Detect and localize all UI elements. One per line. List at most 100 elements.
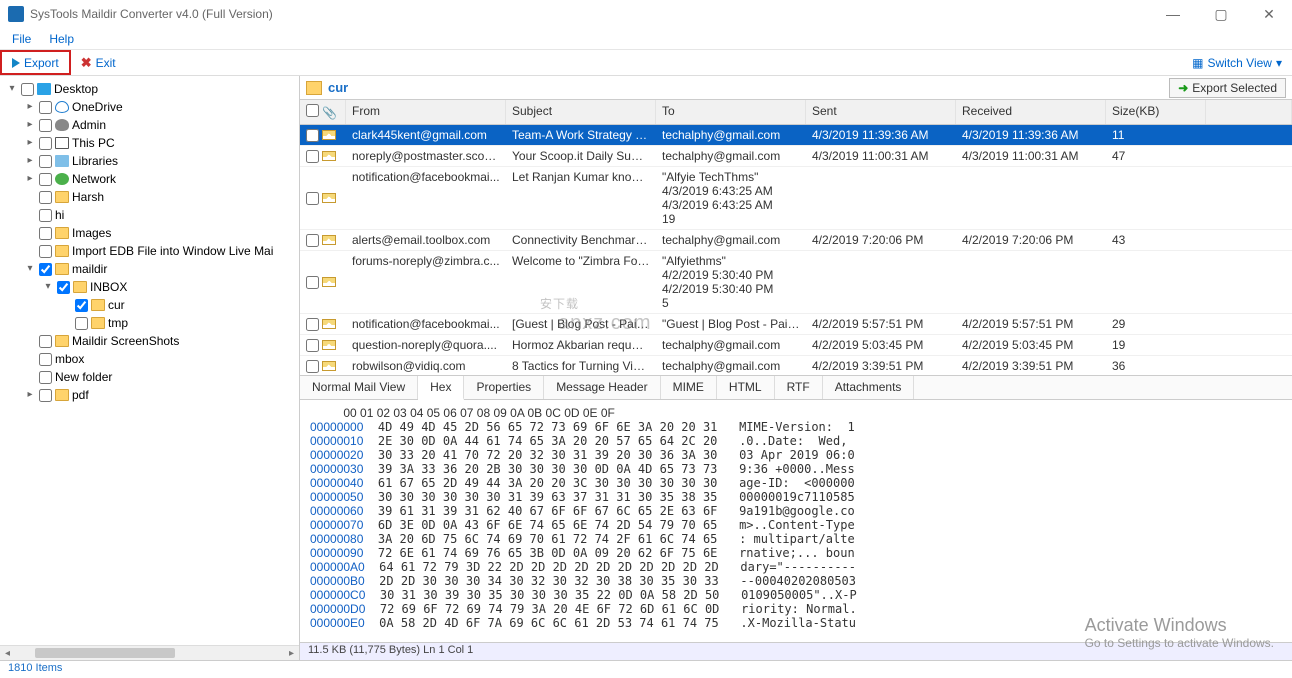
tree-item-inbox[interactable]: ▾INBOX	[40, 278, 299, 296]
cell-to: techalphy@gmail.com	[656, 146, 806, 166]
tree-scrollbar[interactable]: ◂ ▸	[0, 645, 299, 660]
tree-item-onedrive[interactable]: ▸OneDrive	[22, 98, 299, 116]
table-row[interactable]: notification@facebookmai...Let Ranjan Ku…	[300, 167, 1292, 230]
export-selected-button[interactable]: ➜ Export Selected	[1169, 78, 1286, 98]
hex-view[interactable]: 00 01 02 03 04 05 06 07 08 09 0A 0B 0C 0…	[300, 400, 1292, 642]
tab-attachments[interactable]: Attachments	[823, 376, 915, 399]
tree-item-cur[interactable]: cur	[58, 296, 299, 314]
cell-from: forums-noreply@zimbra.c...	[346, 251, 506, 313]
close-button[interactable]: ✕	[1254, 6, 1284, 23]
scroll-right-icon[interactable]: ▸	[284, 648, 299, 659]
tree-item-import-edb[interactable]: Import EDB File into Window Live Mai	[22, 242, 299, 260]
col-subject[interactable]: Subject	[506, 100, 656, 124]
exit-label: Exit	[96, 56, 116, 70]
table-row[interactable]: clark445kent@gmail.comTeam-A Work Strate…	[300, 125, 1292, 146]
cell-sent: 4/2/2019 7:20:06 PM	[806, 230, 956, 250]
table-row[interactable]: noreply@postmaster.scoo...Your Scoop.it …	[300, 146, 1292, 167]
col-received[interactable]: Received	[956, 100, 1106, 124]
tree-item-admin[interactable]: ▸Admin	[22, 116, 299, 134]
cell-subject: Hormoz Akbarian requeste...	[506, 335, 656, 355]
folder-tree[interactable]: ▾Desktop ▸OneDrive ▸Admin ▸This PC ▸Libr…	[0, 80, 299, 404]
libraries-icon	[55, 155, 69, 167]
row-checkbox[interactable]	[306, 360, 319, 373]
chevron-down-icon: ▾	[1276, 56, 1282, 70]
mail-icon	[322, 151, 336, 161]
mail-icon	[322, 277, 336, 287]
hex-status: 11.5 KB (11,775 Bytes) Ln 1 Col 1	[300, 642, 1292, 660]
folder-icon	[55, 245, 69, 257]
cell-sent: 4/3/2019 11:39:36 AM	[806, 125, 956, 145]
cell-size: 29	[1106, 314, 1206, 334]
play-icon	[12, 58, 20, 68]
folder-icon	[55, 227, 69, 239]
user-icon	[55, 119, 69, 131]
table-row[interactable]: forums-noreply@zimbra.c...Welcome to "Zi…	[300, 251, 1292, 314]
menu-help[interactable]: Help	[49, 32, 74, 46]
menu-file[interactable]: File	[12, 32, 31, 46]
row-checkbox[interactable]	[306, 339, 319, 352]
tab-mime[interactable]: MIME	[661, 376, 717, 399]
cell-received: 4/3/2019 11:39:36 AM	[956, 125, 1106, 145]
tree-item-thispc[interactable]: ▸This PC	[22, 134, 299, 152]
tree-item-maildir[interactable]: ▾maildir	[22, 260, 299, 278]
cell-received: 4/2/2019 3:39:51 PM	[956, 356, 1106, 375]
tab-properties[interactable]: Properties	[464, 376, 544, 399]
row-checkbox[interactable]	[306, 192, 319, 205]
tree-item-mbox[interactable]: mbox	[22, 350, 299, 368]
tab-normal[interactable]: Normal Mail View	[300, 376, 418, 399]
tree-item-hi[interactable]: hi	[22, 206, 299, 224]
tree-item-network[interactable]: ▸Network	[22, 170, 299, 188]
current-folder: cur	[328, 80, 348, 95]
tree-item-harsh[interactable]: Harsh	[22, 188, 299, 206]
row-checkbox[interactable]	[306, 129, 319, 142]
cell-sent: 4/2/2019 5:30:40 PM	[662, 268, 800, 282]
minimize-button[interactable]: —	[1158, 6, 1188, 23]
row-checkbox[interactable]	[306, 234, 319, 247]
path-bar: cur ➜ Export Selected	[300, 76, 1292, 100]
table-row[interactable]: robwilson@vidiq.com8 Tactics for Turning…	[300, 356, 1292, 375]
tree-item-newfolder[interactable]: New folder	[22, 368, 299, 386]
folder-icon	[55, 389, 69, 401]
cloud-icon	[55, 101, 69, 113]
tree-item-screenshots[interactable]: Maildir ScreenShots	[22, 332, 299, 350]
cell-received: 4/2/2019 7:20:06 PM	[956, 230, 1106, 250]
row-checkbox[interactable]	[306, 276, 319, 289]
cell-to: "Guest | Blog Post - Paid a...	[656, 314, 806, 334]
tab-hex[interactable]: Hex	[418, 376, 464, 400]
cell-from: question-noreply@quora....	[346, 335, 506, 355]
mail-icon	[322, 361, 336, 371]
table-row[interactable]: question-noreply@quora....Hormoz Akbaria…	[300, 335, 1292, 356]
table-row[interactable]: notification@facebookmai...[Guest | Blog…	[300, 314, 1292, 335]
tab-html[interactable]: HTML	[717, 376, 775, 399]
export-button[interactable]: Export	[0, 50, 71, 75]
row-checkbox[interactable]	[306, 150, 319, 163]
tree-item-desktop[interactable]: ▾Desktop	[4, 80, 299, 98]
col-sent[interactable]: Sent	[806, 100, 956, 124]
col-from[interactable]: From	[346, 100, 506, 124]
export-arrow-icon: ➜	[1178, 81, 1188, 95]
col-to[interactable]: To	[656, 100, 806, 124]
tree-item-pdf[interactable]: ▸pdf	[22, 386, 299, 404]
preview-tabs: Normal Mail View Hex Properties Message …	[300, 375, 1292, 400]
tree-checkbox[interactable]	[21, 83, 34, 96]
tab-message-header[interactable]: Message Header	[544, 376, 660, 399]
switch-view-button[interactable]: ▦ Switch View ▾	[1182, 50, 1292, 75]
tree-item-tmp[interactable]: tmp	[58, 314, 299, 332]
grid-body[interactable]: clark445kent@gmail.comTeam-A Work Strate…	[300, 125, 1292, 375]
app-title: SysTools Maildir Converter v4.0 (Full Ve…	[30, 7, 1158, 21]
scroll-left-icon[interactable]: ◂	[0, 648, 15, 659]
exit-button[interactable]: ✖ Exit	[71, 50, 126, 75]
cell-sent: 4/2/2019 5:57:51 PM	[806, 314, 956, 334]
cell-sent: 4/2/2019 5:03:45 PM	[806, 335, 956, 355]
col-size[interactable]: Size(KB)	[1106, 100, 1206, 124]
grid-header: 📎 From Subject To Sent Received Size(KB)	[300, 100, 1292, 125]
mail-icon	[322, 193, 336, 203]
maximize-button[interactable]: ▢	[1206, 6, 1236, 23]
tree-item-libraries[interactable]: ▸Libraries	[22, 152, 299, 170]
select-all-checkbox[interactable]	[306, 104, 319, 117]
tab-rtf[interactable]: RTF	[775, 376, 823, 399]
tree-item-images[interactable]: Images	[22, 224, 299, 242]
scroll-thumb[interactable]	[35, 648, 175, 658]
table-row[interactable]: alerts@email.toolbox.comConnectivity Ben…	[300, 230, 1292, 251]
row-checkbox[interactable]	[306, 318, 319, 331]
